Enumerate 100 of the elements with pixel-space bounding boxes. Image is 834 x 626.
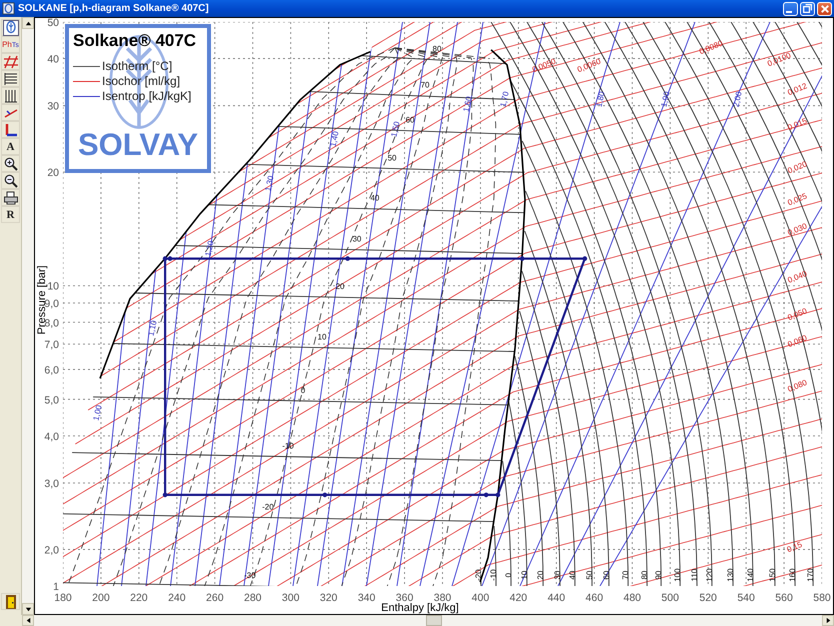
curve-label: 1,40 [328, 130, 341, 148]
curve-label: 0,0080 [698, 38, 724, 56]
curve-label: 60 [602, 570, 611, 580]
curve-label: 30 [352, 234, 362, 244]
curve-label: 70 [420, 80, 430, 90]
curve-label: 0,060 [786, 333, 808, 350]
curve-label: 0,030 [786, 222, 808, 238]
curve-label: 0,080 [786, 378, 808, 394]
y-tick-label: 1 [53, 581, 59, 593]
y-tick-label: 7,0 [44, 339, 59, 352]
curve-label: 1,20 [203, 240, 216, 258]
y-tick-label: 4,0 [44, 430, 59, 443]
x-axis-title: Enthalpy [kJ/kg] [381, 602, 459, 614]
curve-label: 0 [504, 572, 513, 578]
x-tick-label: 240 [168, 592, 186, 604]
close-icon [820, 4, 828, 12]
scroll-down-button[interactable] [22, 603, 34, 615]
left-arrow-icon [24, 617, 32, 624]
y-tick-label: 5,0 [44, 394, 59, 406]
curve-label: 80 [432, 44, 442, 54]
curve-label: 0,0050 [531, 56, 558, 74]
curve-label: 1,70 [498, 90, 511, 108]
x-tick-label: 360 [396, 592, 414, 604]
scroll-right-button[interactable] [822, 615, 834, 626]
x-tick-label: 500 [661, 592, 679, 604]
curve-label: 0,040 [786, 269, 808, 285]
window-title: SOLKANE [p,h-diagram Solkane® 407C] [18, 3, 210, 14]
brand-logo-text: SOLVAY [76, 127, 200, 163]
x-tick-label: 540 [737, 592, 755, 604]
slanted-grid-icon [2, 54, 18, 70]
cycle-point [322, 492, 328, 498]
curve-label: 80 [640, 570, 650, 580]
app-icon [2, 2, 15, 15]
cycle-point [162, 492, 168, 498]
curve-label: -10 [489, 569, 498, 581]
x-tick-label: 200 [92, 592, 110, 604]
x-tick-label: 420 [510, 592, 528, 604]
curve-label: 1,10 [146, 320, 159, 337]
x-tick-label: 440 [548, 592, 566, 604]
y-tick-label: 8,0 [44, 317, 59, 330]
close-button[interactable] [817, 2, 832, 16]
curve-label: 1,60 [462, 96, 474, 113]
y-tick-label: 30 [47, 100, 59, 113]
y-tick-label: 40 [47, 54, 59, 66]
curve-label: 30 [552, 570, 562, 580]
horizontal-lines-icon [2, 70, 18, 86]
scroll-left-button[interactable] [22, 615, 34, 626]
x-tick-label: 400 [472, 592, 490, 604]
curve-label: 0,025 [786, 191, 808, 208]
legend-label: Isotherm [°C] [102, 59, 172, 73]
vertical-scrollbar[interactable] [22, 17, 34, 615]
x-tick-label: 560 [775, 592, 793, 604]
curve-label: 140 [746, 568, 755, 582]
toolbar-button[interactable] [1, 19, 20, 36]
logo-icon [2, 20, 18, 36]
curve-label: 10 [520, 570, 529, 580]
down-arrow-icon [24, 606, 32, 612]
cycle-point [582, 256, 588, 261]
curve-label: 0,0060 [576, 56, 602, 74]
right-arrow-icon [824, 617, 832, 624]
y-tick-label: 50 [47, 17, 59, 29]
y-tick-label: 20 [47, 167, 59, 180]
y-tick-label: 2,0 [44, 544, 59, 556]
x-tick-label: 580 [813, 592, 831, 604]
zoom-out-icon [2, 172, 18, 188]
curve-label: 170 [806, 568, 816, 582]
curve-label: 1,50 [389, 120, 402, 138]
minimize-icon [786, 10, 792, 12]
y-tick-label: 9,0 [44, 298, 59, 310]
curve-label: 1,30 [263, 174, 276, 192]
up-arrow-icon [24, 20, 32, 26]
restore-icon [803, 4, 812, 13]
y-tick-label: 6,0 [44, 364, 59, 376]
scroll-up-button[interactable] [22, 17, 34, 29]
cycle-point [345, 256, 350, 261]
legend-label: Isochor [ml/kg] [102, 74, 180, 88]
curve-label: 100 [673, 568, 682, 582]
x-tick-label: 220 [130, 592, 148, 604]
printer-icon [2, 190, 18, 206]
curve-label: 160 [788, 568, 798, 582]
exit-button[interactable] [1, 593, 20, 610]
curve-label: 0,050 [786, 306, 808, 322]
x-tick-label: 280 [244, 592, 262, 604]
horizontal-scrollbar[interactable] [22, 615, 834, 626]
scroll-thumb[interactable] [426, 615, 442, 626]
minimize-button[interactable] [783, 2, 798, 16]
toolbar-button[interactable]: R [1, 206, 20, 223]
x-tick-label: 380 [434, 592, 452, 604]
zoom-in-icon [2, 156, 18, 172]
curve-label: 130 [726, 568, 735, 582]
curve-label: 110 [690, 568, 699, 582]
maximize-button[interactable] [800, 2, 815, 16]
curve-label: -20 [474, 569, 484, 581]
x-tick-label: 320 [320, 592, 338, 604]
toolbar-button[interactable]: A [1, 138, 20, 155]
cycle-point [484, 492, 488, 498]
curve-label: 10 [318, 332, 326, 342]
y-tick-label: 3,0 [44, 478, 59, 490]
curve-label: 90 [654, 570, 664, 580]
curve-label: 50 [585, 570, 594, 580]
